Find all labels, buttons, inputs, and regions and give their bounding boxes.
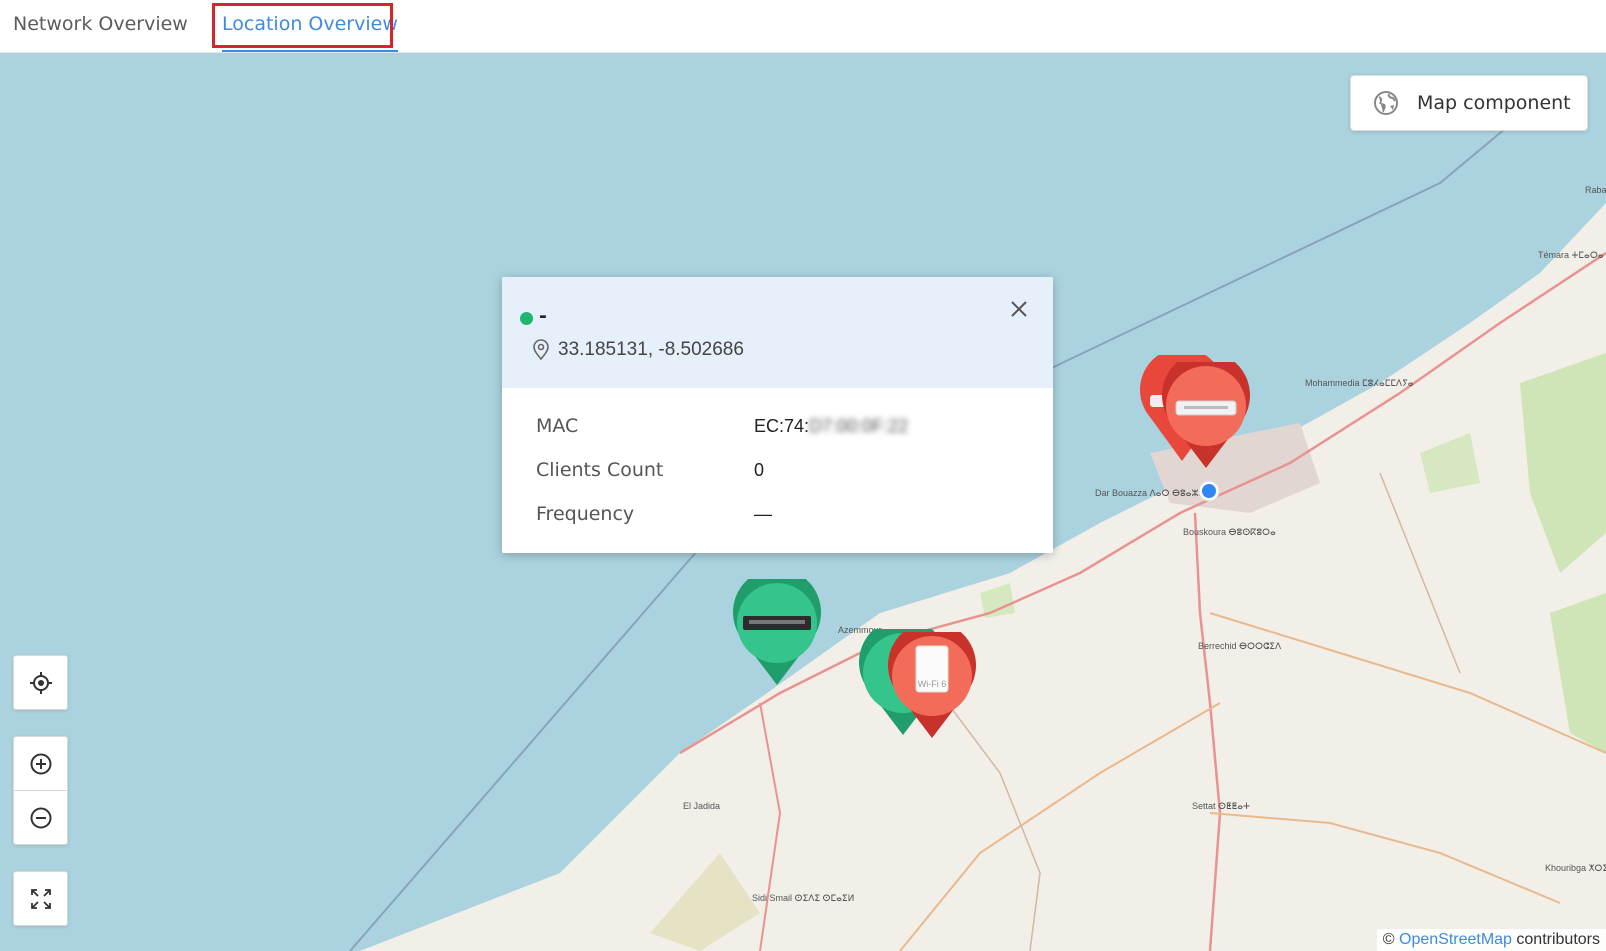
- zoom-control: [13, 736, 68, 845]
- zoom-in-icon: [30, 753, 51, 774]
- highlight-box: [212, 3, 393, 48]
- fullscreen-control: [13, 871, 68, 926]
- status-dot: [520, 312, 533, 325]
- crosshair-icon: [29, 671, 52, 694]
- map-attribution: © OpenStreetMap contributors: [1376, 929, 1606, 951]
- detail-row-frequency: Frequency —: [502, 492, 1053, 536]
- svg-text:Bouskoura ⴱⵓⵙⴽⵓⵔⴰ: Bouskoura ⴱⵓⵙⴽⵓⵔⴰ: [1183, 527, 1276, 537]
- detail-value: EC:74:D7:00:0F:22: [754, 416, 908, 437]
- location-pin-icon: [533, 339, 549, 361]
- detail-key: Clients Count: [536, 459, 664, 481]
- attribution-prefix: ©: [1382, 931, 1395, 948]
- device-popup: - 33.185131, -8.502686 MAC EC:74:D7:00:0…: [502, 277, 1053, 553]
- map-component-label: Map component: [1417, 92, 1571, 114]
- svg-text:Dar Bouazza ⴷⴰⵔ ⴱⵓⴰⵣⵣⴰ: Dar Bouazza ⴷⴰⵔ ⴱⵓⴰⵣⵣⴰ: [1095, 488, 1212, 498]
- active-tab-underline: [222, 50, 398, 52]
- svg-text:Sidi Smail ⵙⵉⴷⵉ ⵙⵎⴰⵉⵍ: Sidi Smail ⵙⵉⴷⵉ ⵙⵎⴰⵉⵍ: [752, 893, 854, 903]
- popup-header: - 33.185131, -8.502686: [502, 277, 1053, 388]
- detail-value: 0: [754, 459, 765, 480]
- detail-value: —: [754, 503, 772, 524]
- map-label: Rabat: [1585, 185, 1606, 195]
- tab-bar: Network Overview Location Overview: [0, 0, 1606, 53]
- svg-text:Khouribga ⵅⵔⵉⴱⴳⴰ: Khouribga ⵅⵔⵉⴱⴳⴰ: [1545, 863, 1606, 873]
- locate-button[interactable]: [14, 656, 67, 709]
- zoom-out-button[interactable]: [14, 790, 67, 844]
- detail-key: MAC: [536, 415, 579, 437]
- zoom-in-button[interactable]: [14, 737, 67, 790]
- device-coordinates: 33.185131, -8.502686: [532, 339, 744, 361]
- mac-prefix: EC:74:: [754, 415, 810, 436]
- device-details: MAC EC:74:D7:00:0F:22 Clients Count 0 Fr…: [502, 388, 1053, 536]
- detail-row-clients-count: Clients Count 0: [502, 448, 1053, 492]
- globe-icon: [1374, 91, 1398, 115]
- fullscreen-icon: [30, 888, 51, 909]
- fullscreen-button[interactable]: [14, 872, 67, 925]
- svg-text:Témara ⵜⵎⴰⵔⴰ: Témara ⵜⵎⴰⵔⴰ: [1538, 250, 1604, 260]
- tab-network-overview[interactable]: Network Overview: [13, 0, 188, 49]
- openstreetmap-link[interactable]: OpenStreetMap: [1399, 931, 1512, 948]
- locate-control: [13, 655, 68, 710]
- zoom-out-icon: [30, 807, 51, 828]
- map[interactable]: Rabat Témara ⵜⵎⴰⵔⴰ Mohammedia ⵎⵓⵃⴰⵎⵎⴷⵢⴰ …: [0, 53, 1606, 951]
- detail-key: Frequency: [536, 503, 635, 525]
- svg-text:El Jadida: El Jadida: [683, 801, 720, 811]
- wifi-6-label: Wi-Fi 6: [918, 679, 947, 689]
- device-name: -: [539, 305, 547, 327]
- close-icon[interactable]: [1007, 297, 1031, 321]
- device-pin-offline-ap[interactable]: Wi-Fi 6: [886, 632, 978, 742]
- device-pin-online-switch[interactable]: [731, 579, 823, 689]
- attribution-suffix: contributors: [1516, 931, 1600, 948]
- map-component-button[interactable]: Map component: [1350, 75, 1588, 131]
- svg-text:Berrechid ⴱⵔⵔⵛⵉⴷ: Berrechid ⴱⵔⵔⵛⵉⴷ: [1198, 641, 1282, 651]
- mac-obscured: D7:00:0F:22: [809, 415, 909, 436]
- coordinates-text: 33.185131, -8.502686: [558, 339, 744, 360]
- detail-row-mac: MAC EC:74:D7:00:0F:22: [502, 404, 1053, 448]
- svg-text:Mohammedia ⵎⵓⵃⴰⵎⵎⴷⵢⴰ: Mohammedia ⵎⵓⵃⴰⵎⵎⴷⵢⴰ: [1305, 378, 1414, 388]
- svg-text:Settat ⵙⵟⵟⴰⵜ: Settat ⵙⵟⵟⴰⵜ: [1192, 801, 1250, 811]
- device-pin-offline-switch[interactable]: [1160, 362, 1252, 472]
